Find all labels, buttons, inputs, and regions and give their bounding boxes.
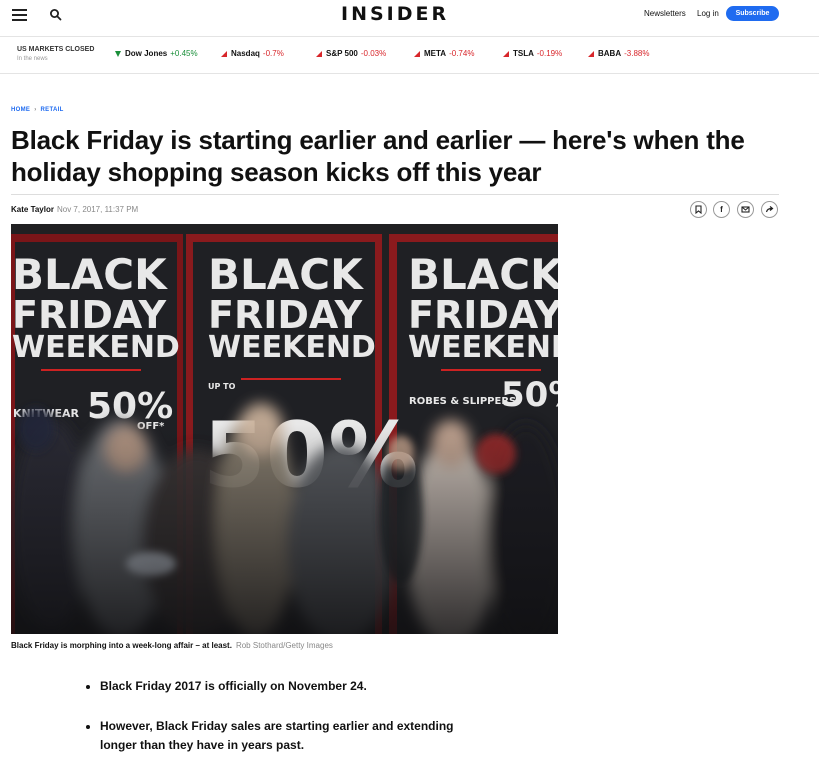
breadcrumb: HOME › RETAIL bbox=[11, 107, 64, 113]
ticker-name: Nasdaq bbox=[231, 49, 260, 58]
bookmark-icon[interactable] bbox=[690, 201, 707, 218]
arrow-down-icon bbox=[588, 50, 594, 57]
ticker-name: META bbox=[424, 49, 447, 58]
ticker-name: TSLA bbox=[513, 49, 534, 58]
chevron-right-icon: › bbox=[34, 107, 37, 113]
arrow-down-icon bbox=[221, 50, 227, 57]
market-status: US MARKETS CLOSED In the news bbox=[17, 46, 94, 63]
ticker-name: Dow Jones bbox=[125, 49, 168, 58]
facebook-icon[interactable]: f bbox=[713, 201, 730, 218]
arrow-down-icon bbox=[316, 50, 322, 57]
ticker-item[interactable]: TSLA -0.19% bbox=[503, 49, 562, 58]
ticker-name: BABA bbox=[598, 49, 622, 58]
subscribe-button[interactable]: Subscribe bbox=[726, 6, 779, 21]
image-caption: Black Friday is morphing into a week-lon… bbox=[11, 641, 333, 650]
ticker-change: -3.88% bbox=[624, 49, 650, 58]
login-link[interactable]: Log in bbox=[697, 9, 719, 18]
author-link[interactable]: Kate Taylor bbox=[11, 205, 54, 214]
poster-text: BLACK bbox=[12, 250, 168, 299]
market-ticker: US MARKETS CLOSED In the news Dow Jones +… bbox=[0, 37, 819, 74]
market-status-label: US MARKETS CLOSED bbox=[17, 46, 95, 53]
poster-text: BLACK bbox=[408, 250, 558, 299]
share-icon[interactable] bbox=[761, 201, 778, 218]
newsletters-link[interactable]: Newsletters bbox=[644, 9, 686, 18]
poster-text: WEEKEND bbox=[208, 330, 376, 365]
ticker-change: -0.74% bbox=[449, 49, 475, 58]
ticker-item[interactable]: Dow Jones +0.45% bbox=[115, 49, 198, 58]
email-icon[interactable] bbox=[737, 201, 754, 218]
ticker-item[interactable]: META -0.74% bbox=[414, 49, 474, 58]
divider bbox=[11, 194, 779, 195]
ticker-change: -0.7% bbox=[262, 49, 284, 58]
breadcrumb-retail[interactable]: RETAIL bbox=[41, 107, 64, 113]
hero-image: BLACK FRIDAY WEEKEND KNITWEAR 50% OFF* B… bbox=[11, 224, 558, 634]
caption-text: Black Friday is morphing into a week-lon… bbox=[11, 641, 232, 650]
arrow-down-icon bbox=[503, 50, 509, 57]
poster-text: BLACK bbox=[208, 250, 364, 299]
ticker-item[interactable]: S&P 500 -0.03% bbox=[316, 49, 386, 58]
arrow-down-icon bbox=[414, 50, 420, 57]
photo-credit: Rob Stothard/Getty Images bbox=[235, 641, 333, 650]
ticker-change: -0.19% bbox=[536, 49, 563, 58]
menu-icon[interactable] bbox=[12, 9, 27, 21]
poster-text: 50% bbox=[501, 375, 558, 415]
poster-text: WEEKEND bbox=[12, 330, 180, 365]
article-headline: Black Friday is starting earlier and ear… bbox=[11, 125, 745, 187]
search-icon[interactable] bbox=[49, 8, 63, 22]
summary-item: However, Black Friday sales are starting… bbox=[84, 717, 484, 755]
ticker-change: -0.03% bbox=[360, 49, 387, 58]
poster-text: UP TO bbox=[208, 382, 236, 391]
ticker-name: S&P 500 bbox=[326, 49, 358, 58]
ticker-item[interactable]: BABA -3.88% bbox=[588, 49, 649, 58]
byline: Kate Taylor Nov 7, 2017, 11:37 PM bbox=[11, 205, 138, 214]
market-status-sub: In the news bbox=[17, 56, 48, 62]
site-logo[interactable]: INSIDER bbox=[341, 3, 449, 25]
summary-list: Black Friday 2017 is officially on Novem… bbox=[84, 677, 484, 766]
site-header: INSIDER Newsletters Log in Subscribe bbox=[0, 0, 819, 37]
poster-text: WEEKEND bbox=[408, 330, 558, 365]
publish-date: Nov 7, 2017, 11:37 PM bbox=[56, 205, 139, 214]
summary-item: Black Friday 2017 is officially on Novem… bbox=[84, 677, 484, 696]
breadcrumb-home[interactable]: HOME bbox=[11, 107, 30, 113]
ticker-item[interactable]: Nasdaq -0.7% bbox=[221, 49, 284, 58]
arrow-up-icon bbox=[115, 50, 121, 57]
ticker-change: +0.45% bbox=[170, 49, 198, 58]
